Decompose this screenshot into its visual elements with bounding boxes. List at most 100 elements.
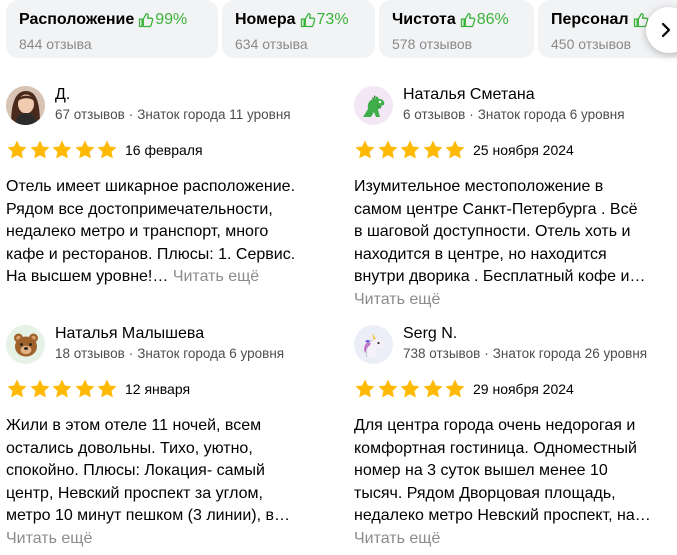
meta-separator: · [128, 107, 134, 122]
review-date: 12 января [125, 381, 191, 397]
review-text: Для центра города очень недорогая и комф… [354, 415, 677, 551]
review-date: 16 февраля [125, 142, 203, 158]
star-icon [30, 140, 49, 159]
review-card: Наталья Сметана 6 отзывов · Знаток города … [354, 86, 677, 308]
read-more-link[interactable]: Читать ещё [6, 528, 336, 551]
aspect-name: Персонал [551, 11, 629, 28]
rating-stars [6, 139, 119, 161]
aspect-percent: 99% [155, 11, 188, 28]
aspect-percent: 73% [316, 11, 349, 28]
star-icon [75, 140, 94, 159]
thumbs-up-icon [300, 12, 315, 28]
aspect-chips: Расположение 99% 844 отзыва Номера 73% 6… [6, 0, 677, 60]
star-icon [30, 379, 49, 398]
aspect-chip-location[interactable]: Расположение 99% 844 отзыва [6, 0, 218, 58]
review-text: Отель имеет шикарное расположение. Рядом… [6, 176, 336, 289]
star-icon [423, 379, 442, 398]
review-text-line: метро 10 минут пешком (3 линии), в… [6, 507, 291, 525]
review-date: 25 ноября 2024 [473, 142, 574, 158]
aspect-chip-cleanliness[interactable]: Чистота 86% 578 отзывов [379, 0, 534, 58]
star-icon [378, 140, 397, 159]
star-icon [52, 379, 72, 398]
review-text-line: Для центра города очень недорогая и [354, 417, 636, 434]
review-text-line: самом центре Санкт-Петербурга . Всё [354, 200, 638, 218]
author-reviews-count: 738 отзывов [403, 346, 481, 361]
star-icon [445, 140, 465, 159]
author-meta: 18 отзывов · Знаток города 6 уровня [55, 346, 284, 361]
review-text-line: в шаговой доступности. Отель хоть и [354, 223, 631, 241]
meta-separator: · [128, 346, 134, 361]
thumbs-up-icon [460, 12, 476, 28]
chevron-right-icon [661, 22, 671, 38]
aspect-percent: 86% [476, 11, 509, 28]
review-card: Д. 67 отзывов · Знаток города 11 уровня 16… [6, 86, 336, 286]
aspect-name: Чистота [392, 11, 456, 28]
star-icon [7, 379, 27, 398]
review-text-line: кафе и ресторанов. Плюсы: 1. Сервис. [6, 245, 296, 263]
review-text-line: Отель имеет шикарное расположение. [6, 178, 296, 195]
review-text: Изумительное местоположение в самом цент… [354, 176, 677, 312]
meta-separator: · [484, 346, 489, 361]
read-more-link[interactable]: Читать ещё [354, 289, 677, 312]
aspect-count: 578 отзывов [392, 36, 473, 52]
author-name[interactable]: Наталья Малышева [55, 325, 204, 343]
star-icon [378, 379, 397, 398]
review-text-line: Изумительное местоположение в [354, 178, 604, 195]
review-text-line: спокойно. Плюсы: Локация- самый [6, 462, 265, 480]
photo-avatar[interactable] [6, 86, 45, 125]
author-reviews-count: 6 отзывов [403, 107, 466, 122]
review-text-line: центр, Невский проспект за углом, [6, 484, 263, 502]
rating-stars [354, 378, 467, 400]
unicorn-avatar[interactable] [354, 325, 393, 364]
review-card: Serg N. 738 отзывов · Знаток города 26 уро… [354, 325, 677, 547]
review-text-line: Жили в этом отеле 11 ночей, всем [6, 417, 262, 434]
author-meta: 6 отзывов · Знаток города 6 уровня [403, 107, 625, 122]
star-icon [97, 379, 117, 398]
aspect-chip-rooms[interactable]: Номера 73% 634 отзыва [222, 0, 375, 58]
review-text-line: Рядом все достопримечательности, [6, 200, 273, 218]
star-icon [423, 140, 442, 159]
author-badge: Знаток города 26 уровня [492, 346, 648, 361]
author-meta: 738 отзывов · Знаток города 26 уровня [403, 346, 647, 361]
author-reviews-count: 18 отзывов [55, 346, 125, 361]
review-text-line: номер на 3 суток вышел менее 10 [354, 462, 608, 480]
review-text-line: внутри дворика . Бесплатный кофе и… [354, 268, 646, 286]
author-badge: Знаток города 11 уровня [137, 107, 291, 122]
star-icon [7, 140, 27, 159]
star-icon [400, 379, 420, 398]
review-text-line: недалеко метро и транспорт, много [6, 223, 269, 241]
review-text: Жили в этом отеле 11 ночей, всем осталис… [6, 415, 336, 551]
star-icon [52, 140, 72, 159]
author-badge: Знаток города 6 уровня [137, 346, 285, 361]
meta-separator: · [469, 107, 474, 122]
review-text-line: комфортная гостиница. Одноместный [354, 439, 637, 457]
review-text-line: недалеко метро Невский проспект, на… [354, 507, 651, 525]
author-name[interactable]: Д. [55, 86, 70, 104]
author-badge: Знаток города 6 уровня [477, 107, 625, 122]
bear-avatar[interactable] [6, 325, 45, 364]
author-name[interactable]: Наталья Сметана [403, 86, 535, 104]
dinosaur-avatar[interactable] [354, 86, 393, 125]
review-date: 29 ноября 2024 [473, 381, 574, 397]
review-text-line: На высшем уровне!… Читать ещё [6, 266, 336, 289]
aspect-name: Номера [235, 11, 296, 28]
review-text-line: находится в центре, но находится [354, 245, 607, 263]
review-card: Наталья Малышева 18 отзывов · Знаток город… [6, 325, 336, 547]
rating-stars [6, 378, 119, 400]
aspect-name: Расположение [19, 11, 135, 28]
star-icon [75, 379, 94, 398]
aspect-count: 844 отзыва [19, 36, 92, 52]
author-meta: 67 отзывов · Знаток города 11 уровня [55, 107, 291, 122]
author-name[interactable]: Serg N. [403, 325, 457, 343]
review-text-last: На высшем уровне!… [6, 268, 169, 286]
read-more-link[interactable]: Читать ещё [173, 268, 259, 285]
star-icon [445, 379, 465, 398]
rating-stars [354, 139, 467, 161]
star-icon [355, 379, 375, 398]
star-icon [97, 140, 117, 159]
aspect-count: 634 отзыва [235, 36, 308, 52]
author-reviews-count: 67 отзывов [55, 107, 125, 122]
star-icon [355, 140, 375, 159]
review-text-line: тысяч. Рядом Дворцовая площадь, [354, 484, 616, 502]
read-more-link[interactable]: Читать ещё [354, 528, 677, 551]
